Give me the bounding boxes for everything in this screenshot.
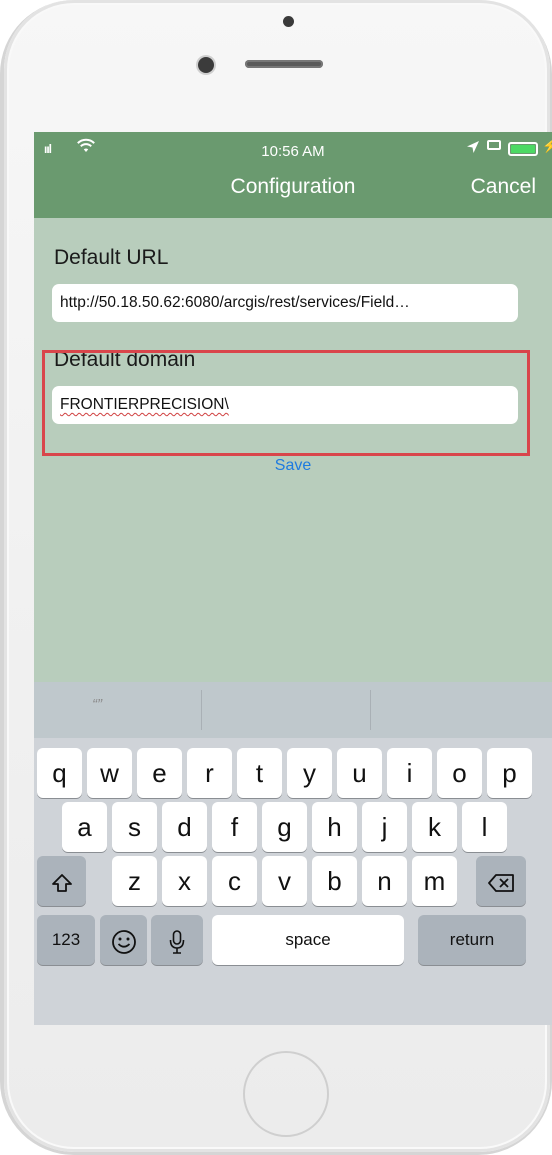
key-b[interactable]: b [312,856,357,906]
front-camera [198,57,214,73]
key-m[interactable]: m [412,856,457,906]
numbers-key[interactable]: 123 [37,915,95,965]
suggestion-1[interactable]: “” [34,682,201,738]
key-e[interactable]: e [137,748,182,798]
save-button[interactable]: Save [34,457,552,475]
airplay-icon [487,140,501,150]
key-z[interactable]: z [112,856,157,906]
microphone-key[interactable] [151,915,203,965]
key-y[interactable]: y [287,748,332,798]
key-d[interactable]: d [162,802,207,852]
key-j[interactable]: j [362,802,407,852]
key-p[interactable]: p [487,748,532,798]
key-q[interactable]: q [37,748,82,798]
suggestion-bar: “” [34,682,552,738]
key-l[interactable]: l [462,802,507,852]
annotation-highlight-box [42,350,530,456]
suggestion-3[interactable] [371,682,552,738]
suggestion-1-text: “” [92,696,102,713]
charging-bolt-icon: ⚡ [542,138,552,153]
earpiece-speaker [245,60,323,68]
key-i[interactable]: i [387,748,432,798]
key-u[interactable]: u [337,748,382,798]
key-s[interactable]: s [112,802,157,852]
key-r[interactable]: r [187,748,232,798]
key-c[interactable]: c [212,856,257,906]
key-a[interactable]: a [62,802,107,852]
battery-fill [511,145,535,153]
location-arrow-icon [466,140,480,157]
space-key[interactable]: space [212,915,404,965]
status-bar: ııl 10:56 AM ⚡ [34,132,552,170]
navigation-bar: ııl 10:56 AM ⚡ Configuration Cancel [34,132,552,218]
delete-key[interactable] [476,856,526,906]
key-x[interactable]: x [162,856,207,906]
key-o[interactable]: o [437,748,482,798]
suggestion-2[interactable] [202,682,370,738]
key-f[interactable]: f [212,802,257,852]
onscreen-keyboard: “” qwertyuiop asdfghjkl zxcvbnm 123 spac… [34,682,552,1025]
key-t[interactable]: t [237,748,282,798]
emoji-key[interactable] [100,915,147,965]
home-button[interactable] [243,1051,329,1137]
return-key[interactable]: return [418,915,526,965]
key-w[interactable]: w [87,748,132,798]
key-h[interactable]: h [312,802,357,852]
proximity-sensor [283,16,294,27]
default-url-field[interactable]: http://50.18.50.62:6080/arcgis/rest/serv… [52,284,518,322]
shift-key[interactable] [37,856,86,906]
key-g[interactable]: g [262,802,307,852]
battery-icon [508,142,538,156]
key-v[interactable]: v [262,856,307,906]
app-screen: ııl 10:56 AM ⚡ Configuration Cancel Defa… [34,132,552,1025]
key-k[interactable]: k [412,802,457,852]
default-url-label: Default URL [54,246,169,269]
key-n[interactable]: n [362,856,407,906]
cancel-button[interactable]: Cancel [471,175,536,199]
default-url-value: http://50.18.50.62:6080/arcgis/rest/serv… [60,294,410,311]
